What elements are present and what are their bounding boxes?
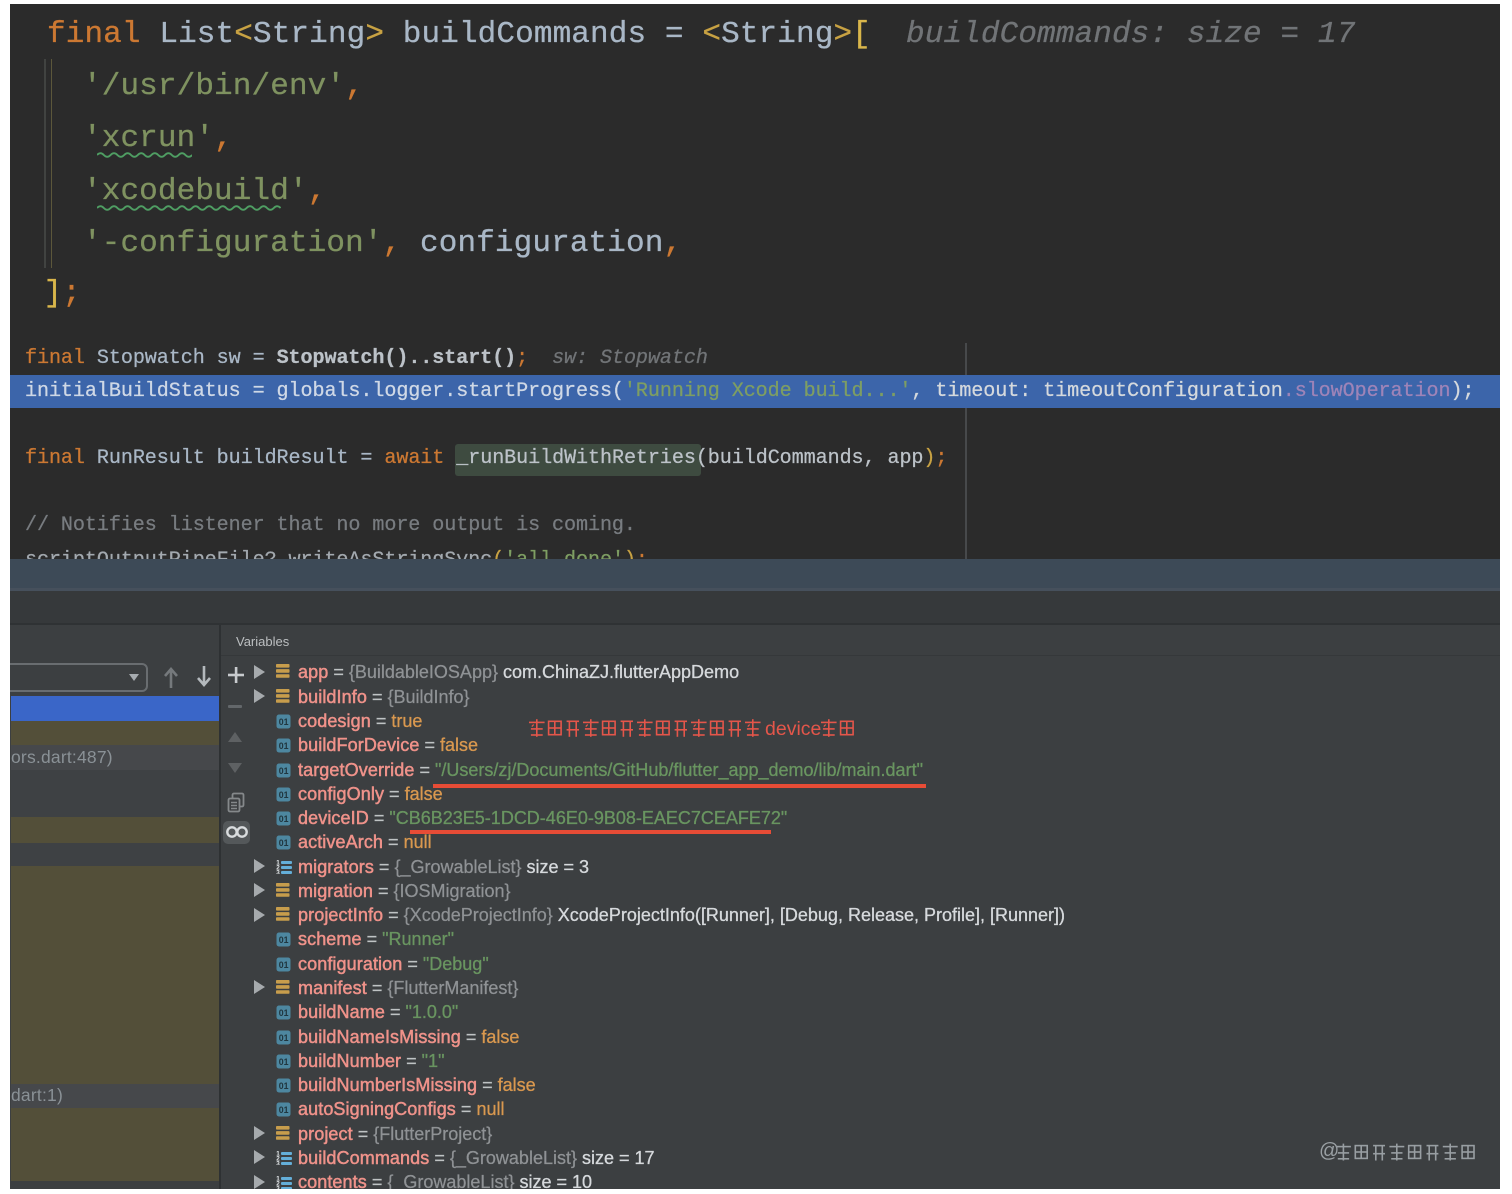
svg-text:01: 01: [279, 1008, 289, 1018]
svg-text:3: 3: [276, 870, 280, 875]
svg-text:01: 01: [279, 935, 289, 945]
svg-text:01: 01: [279, 960, 289, 970]
svg-text:01: 01: [279, 1105, 289, 1115]
svg-text:01: 01: [279, 766, 289, 776]
svg-text:01: 01: [279, 814, 289, 824]
svg-text:3: 3: [276, 1161, 280, 1166]
svg-text:01: 01: [279, 1033, 289, 1043]
svg-text:3: 3: [276, 1185, 280, 1189]
svg-text:01: 01: [279, 790, 289, 800]
svg-text:01: 01: [279, 1057, 289, 1067]
svg-text:01: 01: [279, 717, 289, 727]
svg-text:01: 01: [279, 838, 289, 848]
svg-text:01: 01: [279, 741, 289, 751]
svg-text:01: 01: [279, 1081, 289, 1091]
